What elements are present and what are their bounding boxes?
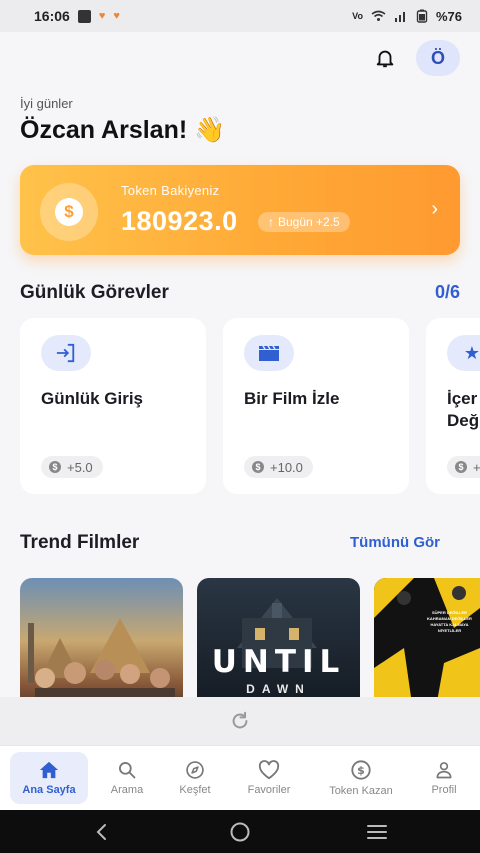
bottom-navigation: Ana Sayfa Arama Keşfet Favoriler $ Token… xyxy=(0,745,480,810)
task-card-content-review[interactable]: ★ İçer Değ $ + xyxy=(426,318,480,494)
poster-subtitle: DAWN xyxy=(246,682,311,696)
nav-item-profile[interactable]: Profil xyxy=(416,752,472,804)
recents-button[interactable] xyxy=(366,823,388,841)
daily-tasks-progress: 0/6 xyxy=(434,282,460,302)
see-all-link[interactable]: Tümünü Gör xyxy=(350,534,440,551)
signal-icon xyxy=(394,12,405,22)
task-reward-badge: $ +10.0 xyxy=(244,456,313,478)
task-title: İçer Değ xyxy=(447,389,480,430)
arrow-up-icon: ↑ xyxy=(268,215,274,229)
refresh-icon xyxy=(232,711,248,729)
today-earnings-text: Bugün +2.5 xyxy=(278,215,340,229)
trending-movies-title: Trend Filmler xyxy=(20,532,140,553)
nav-label: Favoriler xyxy=(247,784,291,796)
coin-icon: $ xyxy=(351,760,371,780)
user-name-heading: Özcan Arslan! 👋 xyxy=(20,116,226,144)
chevron-right-icon: › xyxy=(431,198,438,220)
linkedin-notification-icon xyxy=(77,9,91,23)
nav-label: Arama xyxy=(110,784,144,796)
svg-text:$: $ xyxy=(357,764,365,777)
task-title: Bir Film İzle xyxy=(244,389,340,408)
system-navigation-bar xyxy=(0,810,480,853)
refresh-bar[interactable] xyxy=(0,697,480,745)
nav-item-home[interactable]: Ana Sayfa xyxy=(10,752,88,804)
star-icon: ★ xyxy=(447,335,480,371)
home-button[interactable] xyxy=(229,821,251,843)
app-notification-icon-2: ♥ xyxy=(113,10,120,22)
notifications-button[interactable] xyxy=(370,43,400,73)
nav-label: Profil xyxy=(431,784,457,796)
person-icon xyxy=(436,762,452,779)
avatar[interactable]: Ö xyxy=(416,40,460,76)
back-button[interactable] xyxy=(92,822,112,842)
greeting-text: İyi günler xyxy=(20,96,73,111)
app-notification-icon: ♥ xyxy=(98,10,106,22)
task-card-watch-film[interactable]: Bir Film İzle $ +10.0 xyxy=(223,318,409,494)
nav-item-search[interactable]: Arama xyxy=(96,752,158,804)
task-reward-badge: $ + xyxy=(447,456,480,478)
search-icon xyxy=(119,762,136,779)
nav-item-earn-token[interactable]: $ Token Kazan xyxy=(318,752,404,804)
compass-icon xyxy=(186,761,204,779)
status-bar: 16:06 ♥ ♥ Vo %76 xyxy=(0,0,480,32)
login-icon xyxy=(41,335,91,371)
poster-title: UNTIL xyxy=(211,644,346,680)
wifi-icon xyxy=(371,10,386,21)
token-balance-value: 180923.0 xyxy=(121,206,238,236)
clapperboard-icon xyxy=(244,335,294,371)
nav-label: Ana Sayfa xyxy=(22,784,76,796)
app-screen: Ö İyi günler Özcan Arslan! 👋 $ Token Bak… xyxy=(0,32,480,810)
nav-item-explore[interactable]: Keşfet xyxy=(164,752,226,804)
battery-percent: %76 xyxy=(435,8,462,24)
poster-tagline: SÜPER DEĞİLLER KAHRAMAN DEĞİLLER HAYATTA… xyxy=(427,610,472,633)
nav-item-favorites[interactable]: Favoriler xyxy=(236,752,302,804)
task-title: Günlük Giriş xyxy=(41,389,144,408)
status-time: 16:06 xyxy=(34,8,70,24)
coin-icon: $ xyxy=(252,461,264,473)
nav-label: Token Kazan xyxy=(329,785,393,797)
daily-tasks-title: Günlük Görevler xyxy=(20,282,169,303)
battery-icon xyxy=(416,9,428,23)
token-balance-label: Token Bakiyeniz xyxy=(121,183,220,198)
token-balance-card[interactable]: $ Token Bakiyeniz 180923.0 ↑ Bugün +2.5 … xyxy=(20,165,460,255)
coin-icon: $ xyxy=(40,183,98,241)
top-bar: Ö xyxy=(370,40,460,76)
today-earnings-badge: ↑ Bugün +2.5 xyxy=(258,212,350,232)
volte-icon: Vo xyxy=(352,11,363,21)
coin-icon: $ xyxy=(49,461,61,473)
task-reward-badge: $ +5.0 xyxy=(41,456,103,478)
bell-icon xyxy=(376,50,394,68)
coin-icon: $ xyxy=(455,461,467,473)
home-icon xyxy=(39,761,59,779)
nav-label: Keşfet xyxy=(179,784,211,796)
heart-icon xyxy=(258,760,280,780)
task-card-daily-login[interactable]: Günlük Giriş $ +5.0 xyxy=(20,318,206,494)
